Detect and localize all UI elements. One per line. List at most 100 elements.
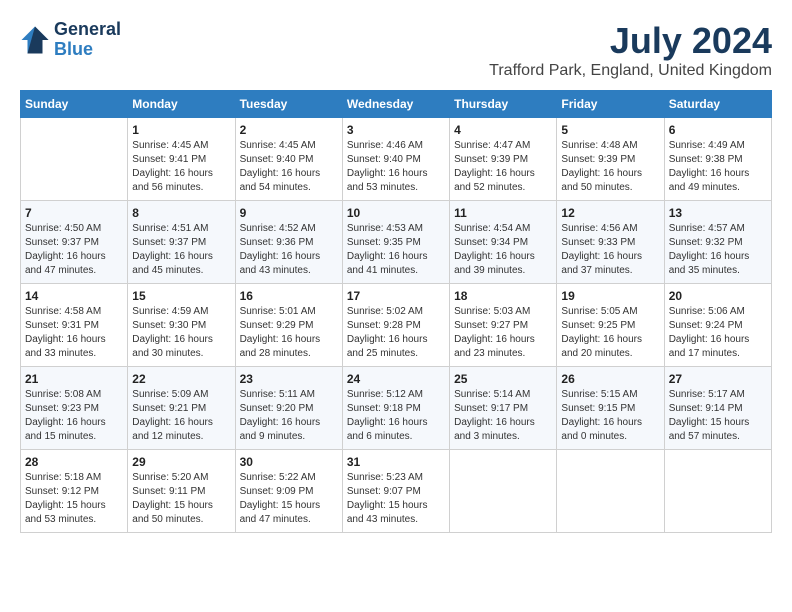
day-cell: 26Sunrise: 5:15 AMSunset: 9:15 PMDayligh… — [557, 367, 664, 450]
day-cell: 12 Sunrise: 4:56 AMSunset: 9:33 PMDayligh… — [557, 201, 664, 284]
day-info: Sunrise: 4:54 AMSunset: 9:34 PMDaylight:… — [454, 222, 552, 278]
day-cell: 10 Sunrise: 4:53 AMSunset: 9:35 PMDayligh… — [342, 201, 449, 284]
day-info: Sunrise: 4:46 AMSunset: 9:40 PMDaylight:… — [347, 139, 445, 195]
day-info: Sunrise: 5:14 AMSunset: 9:17 PMDaylight:… — [454, 388, 552, 444]
day-cell: 19 Sunrise: 5:05 AMSunset: 9:25 PMDayligh… — [557, 284, 664, 367]
day-info: Sunrise: 4:59 AMSunset: 9:30 PMDaylight:… — [132, 305, 230, 361]
day-cell: 6Sunrise: 4:49 AMSunset: 9:38 PMDaylight… — [664, 118, 771, 201]
day-number: 29 — [132, 455, 230, 469]
day-info: Sunrise: 4:45 AMSunset: 9:40 PMDaylight:… — [240, 139, 338, 195]
day-cell: 22Sunrise: 5:09 AMSunset: 9:21 PMDayligh… — [128, 367, 235, 450]
week-row-1: 1Sunrise: 4:45 AMSunset: 9:41 PMDaylight… — [21, 118, 772, 201]
day-info: Sunrise: 4:53 AMSunset: 9:35 PMDaylight:… — [347, 222, 445, 278]
day-cell: 1Sunrise: 4:45 AMSunset: 9:41 PMDaylight… — [128, 118, 235, 201]
day-cell: 5 Sunrise: 4:48 AMSunset: 9:39 PMDaylight… — [557, 118, 664, 201]
logo: General Blue — [20, 20, 121, 60]
day-info: Sunrise: 5:17 AMSunset: 9:14 PMDaylight:… — [669, 388, 767, 444]
day-cell: 14 Sunrise: 4:58 AMSunset: 9:31 PMDayligh… — [21, 284, 128, 367]
day-info: Sunrise: 5:03 AMSunset: 9:27 PMDaylight:… — [454, 305, 552, 361]
day-cell: 16Sunrise: 5:01 AMSunset: 9:29 PMDayligh… — [235, 284, 342, 367]
day-number: 22 — [132, 372, 230, 386]
day-number: 10 — [347, 206, 445, 220]
day-info: Sunrise: 4:58 AMSunset: 9:31 PMDaylight:… — [25, 305, 123, 361]
day-cell: 20Sunrise: 5:06 AMSunset: 9:24 PMDayligh… — [664, 284, 771, 367]
logo-blue: Blue — [54, 40, 121, 60]
day-cell: 4Sunrise: 4:47 AMSunset: 9:39 PMDaylight… — [450, 118, 557, 201]
day-cell: 31 Sunrise: 5:23 AMSunset: 9:07 PMDayligh… — [342, 450, 449, 533]
day-info: Sunrise: 5:15 AMSunset: 9:15 PMDaylight:… — [561, 388, 659, 444]
logo-general: General — [54, 20, 121, 40]
day-info: Sunrise: 4:51 AMSunset: 9:37 PMDaylight:… — [132, 222, 230, 278]
day-number: 28 — [25, 455, 123, 469]
header-row: SundayMondayTuesdayWednesdayThursdayFrid… — [21, 91, 772, 118]
day-info: Sunrise: 4:49 AMSunset: 9:38 PMDaylight:… — [669, 139, 767, 195]
day-number: 11 — [454, 206, 552, 220]
week-row-5: 28 Sunrise: 5:18 AMSunset: 9:12 PMDayligh… — [21, 450, 772, 533]
day-cell: 30 Sunrise: 5:22 AMSunset: 9:09 PMDayligh… — [235, 450, 342, 533]
day-cell: 11 Sunrise: 4:54 AMSunset: 9:34 PMDayligh… — [450, 201, 557, 284]
day-cell: 28 Sunrise: 5:18 AMSunset: 9:12 PMDayligh… — [21, 450, 128, 533]
day-number: 12 — [561, 206, 659, 220]
day-number: 19 — [561, 289, 659, 303]
day-info: Sunrise: 4:56 AMSunset: 9:33 PMDaylight:… — [561, 222, 659, 278]
day-number: 18 — [454, 289, 552, 303]
day-cell — [450, 450, 557, 533]
day-number: 17 — [347, 289, 445, 303]
day-cell: 25 Sunrise: 5:14 AMSunset: 9:17 PMDayligh… — [450, 367, 557, 450]
day-info: Sunrise: 5:18 AMSunset: 9:12 PMDaylight:… — [25, 471, 123, 527]
day-info: Sunrise: 5:12 AMSunset: 9:18 PMDaylight:… — [347, 388, 445, 444]
header-wednesday: Wednesday — [342, 91, 449, 118]
day-info: Sunrise: 5:11 AMSunset: 9:20 PMDaylight:… — [240, 388, 338, 444]
calendar-table: SundayMondayTuesdayWednesdayThursdayFrid… — [20, 90, 772, 533]
day-number: 21 — [25, 372, 123, 386]
day-info: Sunrise: 4:48 AMSunset: 9:39 PMDaylight:… — [561, 139, 659, 195]
header-thursday: Thursday — [450, 91, 557, 118]
day-number: 30 — [240, 455, 338, 469]
day-info: Sunrise: 4:47 AMSunset: 9:39 PMDaylight:… — [454, 139, 552, 195]
day-info: Sunrise: 5:05 AMSunset: 9:25 PMDaylight:… — [561, 305, 659, 361]
day-number: 3 — [347, 123, 445, 137]
header-saturday: Saturday — [664, 91, 771, 118]
day-cell: 9 Sunrise: 4:52 AMSunset: 9:36 PMDaylight… — [235, 201, 342, 284]
day-number: 2 — [240, 123, 338, 137]
day-number: 16 — [240, 289, 338, 303]
day-cell: 21Sunrise: 5:08 AMSunset: 9:23 PMDayligh… — [21, 367, 128, 450]
day-number: 8 — [132, 206, 230, 220]
day-cell: 15Sunrise: 4:59 AMSunset: 9:30 PMDayligh… — [128, 284, 235, 367]
day-number: 31 — [347, 455, 445, 469]
day-info: Sunrise: 4:57 AMSunset: 9:32 PMDaylight:… — [669, 222, 767, 278]
day-info: Sunrise: 4:50 AMSunset: 9:37 PMDaylight:… — [25, 222, 123, 278]
day-info: Sunrise: 5:20 AMSunset: 9:11 PMDaylight:… — [132, 471, 230, 527]
day-cell — [557, 450, 664, 533]
day-cell: 7Sunrise: 4:50 AMSunset: 9:37 PMDaylight… — [21, 201, 128, 284]
day-number: 9 — [240, 206, 338, 220]
header-friday: Friday — [557, 91, 664, 118]
day-cell: 29 Sunrise: 5:20 AMSunset: 9:11 PMDayligh… — [128, 450, 235, 533]
page-header: General Blue July 2024 Trafford Park, En… — [20, 20, 772, 80]
day-cell: 23Sunrise: 5:11 AMSunset: 9:20 PMDayligh… — [235, 367, 342, 450]
day-info: Sunrise: 4:45 AMSunset: 9:41 PMDaylight:… — [132, 139, 230, 195]
day-cell: 24 Sunrise: 5:12 AMSunset: 9:18 PMDayligh… — [342, 367, 449, 450]
day-number: 25 — [454, 372, 552, 386]
day-info: Sunrise: 4:52 AMSunset: 9:36 PMDaylight:… — [240, 222, 338, 278]
day-number: 20 — [669, 289, 767, 303]
day-number: 27 — [669, 372, 767, 386]
day-cell: 27 Sunrise: 5:17 AMSunset: 9:14 PMDayligh… — [664, 367, 771, 450]
day-cell: 8 Sunrise: 4:51 AMSunset: 9:37 PMDaylight… — [128, 201, 235, 284]
day-number: 24 — [347, 372, 445, 386]
week-row-2: 7Sunrise: 4:50 AMSunset: 9:37 PMDaylight… — [21, 201, 772, 284]
location: Trafford Park, England, United Kingdom — [489, 62, 772, 80]
day-cell: 3 Sunrise: 4:46 AMSunset: 9:40 PMDaylight… — [342, 118, 449, 201]
day-number: 5 — [561, 123, 659, 137]
header-tuesday: Tuesday — [235, 91, 342, 118]
week-row-4: 21Sunrise: 5:08 AMSunset: 9:23 PMDayligh… — [21, 367, 772, 450]
day-cell: 18 Sunrise: 5:03 AMSunset: 9:27 PMDayligh… — [450, 284, 557, 367]
day-info: Sunrise: 5:22 AMSunset: 9:09 PMDaylight:… — [240, 471, 338, 527]
day-cell — [21, 118, 128, 201]
day-info: Sunrise: 5:23 AMSunset: 9:07 PMDaylight:… — [347, 471, 445, 527]
day-number: 14 — [25, 289, 123, 303]
day-cell: 2 Sunrise: 4:45 AMSunset: 9:40 PMDaylight… — [235, 118, 342, 201]
logo-text-block: General Blue — [54, 20, 121, 60]
day-number: 13 — [669, 206, 767, 220]
week-row-3: 14 Sunrise: 4:58 AMSunset: 9:31 PMDayligh… — [21, 284, 772, 367]
